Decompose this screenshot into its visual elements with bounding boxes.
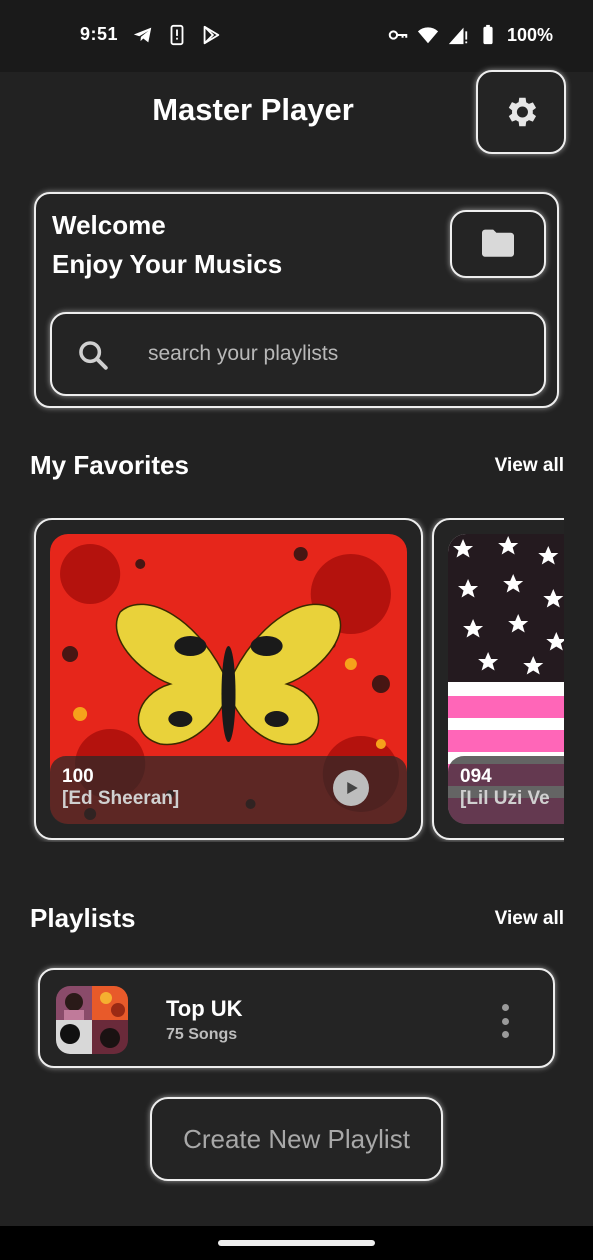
play-store-icon [203,25,220,45]
more-options-icon[interactable] [495,1004,515,1038]
welcome-card: Welcome Enjoy Your Musics [34,192,559,408]
favorite-overlay: 100 [Ed Sheeran] [50,756,407,824]
favorite-title: 100 [62,766,94,787]
create-new-playlist-button[interactable]: Create New Playlist [150,1097,443,1181]
favorite-card[interactable]: 094 [Lil Uzi Ve [432,518,564,840]
status-bar: 9:51 100% [0,0,593,72]
favorites-title: My Favorites [30,450,189,480]
playlists-view-all-link[interactable]: View all [495,908,564,930]
settings-button[interactable] [476,70,566,154]
status-right-icons: 100% [387,24,553,46]
welcome-heading: Welcome [52,210,166,240]
folder-icon [482,229,514,257]
welcome-subheading: Enjoy Your Musics [52,249,283,279]
playlist-song-count: 75 Songs [166,1026,238,1043]
favorite-artist: [Ed Sheeran] [62,788,180,809]
search-box[interactable] [50,312,546,396]
favorite-title: 094 [460,766,492,787]
play-button[interactable] [333,770,369,806]
favorite-card[interactable]: 100 [Ed Sheeran] [34,518,423,840]
favorite-artist: [Lil Uzi Ve [460,788,550,809]
telegram-icon [133,27,152,43]
playlist-thumbnail [56,986,128,1054]
open-folder-button[interactable] [450,210,546,278]
favorites-carousel[interactable]: 100 [Ed Sheeran] 094 [Lil Uzi Ve [0,518,564,842]
wifi-icon [417,27,439,44]
status-time: 9:51 [80,24,119,44]
battery-percent: 100% [506,24,553,45]
battery-icon [483,24,493,45]
navigation-bar [0,1226,593,1260]
app-title: Master Player [152,92,354,127]
playlists-title: Playlists [30,903,136,933]
notification-alert-icon [170,24,184,46]
gear-icon [508,97,537,127]
signal-icon [448,27,468,45]
status-left-icons [132,24,222,46]
play-icon [347,782,358,794]
search-icon [79,341,108,370]
search-input[interactable] [148,334,528,374]
playlist-item[interactable]: Top UK 75 Songs [38,968,555,1068]
favorite-overlay: 094 [Lil Uzi Ve [448,756,564,824]
home-gesture-handle[interactable] [218,1240,375,1246]
favorites-view-all-link[interactable]: View all [495,455,564,477]
vpn-key-icon [388,30,408,40]
playlist-name: Top UK [166,996,243,1021]
